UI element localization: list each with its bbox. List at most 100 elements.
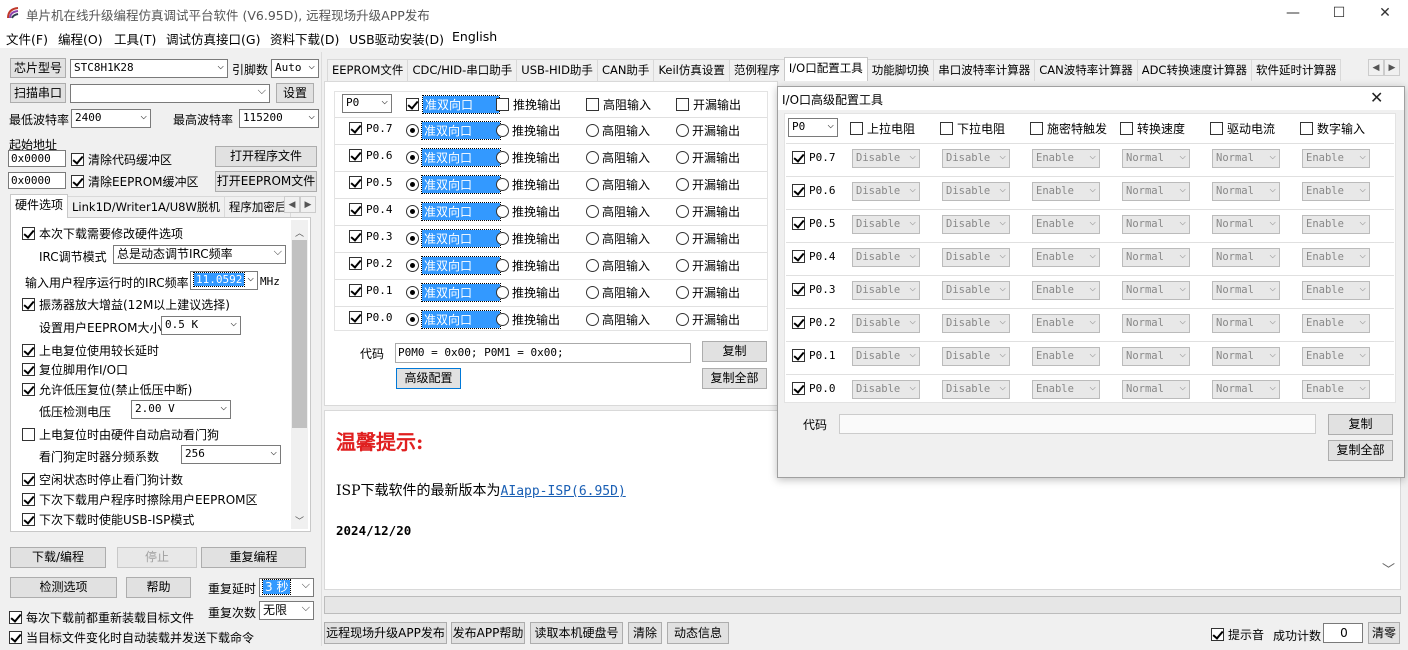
maximize-button[interactable]: ☐ bbox=[1316, 0, 1362, 26]
max-baud-select[interactable]: 115200 bbox=[239, 109, 319, 128]
adv-setting-select[interactable]: Disable bbox=[852, 149, 920, 168]
adv-header-checkbox[interactable]: 上拉电阻 bbox=[850, 120, 915, 137]
code-address-input[interactable]: 0x0000 bbox=[8, 150, 66, 167]
io-mode-radio[interactable]: 高阻输入 bbox=[586, 230, 650, 247]
help-button[interactable]: 帮助 bbox=[126, 577, 191, 598]
adv-setting-select[interactable]: Disable bbox=[942, 281, 1010, 300]
repeat-count-select[interactable]: 无限 bbox=[259, 601, 314, 620]
min-baud-select[interactable]: 2400 bbox=[71, 109, 151, 128]
adv-setting-select[interactable]: Disable bbox=[942, 380, 1010, 399]
adv-setting-select[interactable]: Normal bbox=[1212, 215, 1280, 234]
menu-program[interactable]: 编程(O) bbox=[58, 29, 103, 48]
io-mode-radio[interactable]: 开漏输出 bbox=[676, 149, 740, 166]
reload-checkbox[interactable]: 每次下载前都重新装载目标文件 bbox=[9, 609, 194, 626]
osc-gain-checkbox[interactable]: 振荡器放大增益(12M以上建议选择) bbox=[22, 296, 230, 313]
tab-scroll-right-icon[interactable]: ▶ bbox=[300, 196, 316, 213]
erase-eeprom-checkbox[interactable]: 下次下载用户程序时擦除用户EEPROM区 bbox=[22, 491, 258, 508]
port-select[interactable] bbox=[70, 84, 270, 103]
io-mode-radio[interactable]: 推挽输出 bbox=[496, 203, 560, 220]
adv-code-field[interactable] bbox=[839, 414, 1316, 434]
irc-freq-select[interactable]: 11.0592 bbox=[190, 271, 258, 290]
io-pin-checkbox[interactable]: P0.5 bbox=[349, 176, 393, 189]
adv-setting-select[interactable]: Normal bbox=[1122, 380, 1190, 399]
io-mode-radio[interactable]: 高阻输入 bbox=[586, 149, 650, 166]
hw-scrollbar[interactable]: ︿ ﹀ bbox=[291, 220, 308, 529]
clear-button[interactable]: 清除 bbox=[628, 622, 662, 644]
io-mode-radio[interactable]: 推挽输出 bbox=[496, 311, 560, 328]
adv-setting-select[interactable]: Enable bbox=[1032, 182, 1100, 201]
idle-stop-wdt-checkbox[interactable]: 空闲状态时停止看门狗计数 bbox=[22, 471, 183, 488]
repeat-delay-select[interactable]: 3 秒 bbox=[259, 578, 314, 597]
advanced-config-button[interactable]: 高级配置 bbox=[396, 368, 461, 389]
header-bidir-checkbox[interactable]: 准双向口 bbox=[406, 95, 500, 114]
adv-setting-select[interactable]: Enable bbox=[1032, 281, 1100, 300]
adv-setting-select[interactable]: Normal bbox=[1212, 314, 1280, 333]
adv-setting-select[interactable]: Normal bbox=[1122, 149, 1190, 168]
clear-eeprom-checkbox[interactable]: 清除EEPROM缓冲区 bbox=[71, 173, 199, 190]
header-pushpull-checkbox[interactable]: 推挽输出 bbox=[496, 96, 561, 113]
adv-setting-select[interactable]: Disable bbox=[942, 149, 1010, 168]
adv-setting-select[interactable]: Normal bbox=[1212, 248, 1280, 267]
tab-cdc-hid-serial[interactable]: CDC/HID-串口助手 bbox=[407, 59, 518, 81]
wdt-divider-select[interactable]: 256 bbox=[181, 445, 281, 464]
dialog-close-icon[interactable]: ✕ bbox=[1370, 88, 1383, 107]
adv-setting-select[interactable]: Disable bbox=[852, 215, 920, 234]
adv-pin-checkbox[interactable]: P0.7 bbox=[792, 151, 836, 164]
adv-setting-select[interactable]: Disable bbox=[942, 248, 1010, 267]
adv-setting-select[interactable]: Normal bbox=[1122, 248, 1190, 267]
stop-button[interactable]: 停止 bbox=[117, 547, 197, 568]
tab-io-config[interactable]: I/O口配置工具 bbox=[783, 57, 868, 81]
adv-setting-select[interactable]: Disable bbox=[852, 281, 920, 300]
adv-copy-all-button[interactable]: 复制全部 bbox=[1328, 440, 1393, 461]
tab-uart-baud[interactable]: 串口波特率计算器 bbox=[933, 59, 1036, 81]
io-mode-radio[interactable]: 推挽输出 bbox=[496, 149, 560, 166]
scan-port-button[interactable]: 扫描串口 bbox=[10, 83, 66, 103]
main-tab-scroll-right-icon[interactable]: ▶ bbox=[1384, 59, 1400, 76]
adv-header-checkbox[interactable]: 转换速度 bbox=[1120, 120, 1185, 137]
reset-count-button[interactable]: 清零 bbox=[1368, 622, 1400, 644]
menu-download[interactable]: 资料下载(D) bbox=[270, 29, 339, 48]
io-mode-radio[interactable]: 开漏输出 bbox=[676, 257, 740, 274]
lv-detect-select[interactable]: 2.00 V bbox=[131, 400, 231, 419]
tab-pin-switch[interactable]: 功能脚切换 bbox=[866, 59, 935, 81]
adv-setting-select[interactable]: Normal bbox=[1122, 281, 1190, 300]
usb-isp-checkbox[interactable]: 下次下载时使能USB-ISP模式 bbox=[22, 511, 194, 528]
io-mode-radio[interactable]: 开漏输出 bbox=[676, 203, 740, 220]
adv-setting-select[interactable]: Disable bbox=[942, 182, 1010, 201]
io-mode-radio[interactable]: 开漏输出 bbox=[676, 230, 740, 247]
io-mode-radio[interactable]: 准双向口 bbox=[406, 175, 501, 194]
io-mode-radio[interactable]: 高阻输入 bbox=[586, 284, 650, 301]
adv-setting-select[interactable]: Enable bbox=[1302, 248, 1370, 267]
minimize-button[interactable]: — bbox=[1270, 0, 1316, 26]
check-options-button[interactable]: 检测选项 bbox=[10, 577, 117, 598]
reprogram-button[interactable]: 重复编程 bbox=[201, 547, 306, 568]
adv-pin-checkbox[interactable]: P0.0 bbox=[792, 382, 836, 395]
adv-setting-select[interactable]: Disable bbox=[852, 380, 920, 399]
tab-eeprom-file[interactable]: EEPROM文件 bbox=[327, 59, 409, 81]
read-disk-id-button[interactable]: 读取本机硬盘号 bbox=[530, 622, 623, 644]
auto-send-checkbox[interactable]: 当目标文件变化时自动装载并发送下载命令 bbox=[9, 629, 254, 646]
io-mode-radio[interactable]: 准双向口 bbox=[406, 229, 501, 248]
io-pin-checkbox[interactable]: P0.6 bbox=[349, 149, 393, 162]
chip-model-button[interactable]: 芯片型号 bbox=[10, 58, 66, 78]
io-mode-radio[interactable]: 准双向口 bbox=[406, 121, 501, 140]
tab-keil-sim[interactable]: Keil仿真设置 bbox=[653, 59, 730, 81]
adv-setting-select[interactable]: Normal bbox=[1212, 182, 1280, 201]
adv-setting-select[interactable]: Disable bbox=[852, 182, 920, 201]
adv-pin-checkbox[interactable]: P0.5 bbox=[792, 217, 836, 230]
download-program-button[interactable]: 下载/编程 bbox=[10, 547, 106, 568]
header-opendrain-checkbox[interactable]: 开漏输出 bbox=[676, 96, 741, 113]
io-mode-radio[interactable]: 准双向口 bbox=[406, 310, 501, 329]
io-pin-checkbox[interactable]: P0.2 bbox=[349, 257, 393, 270]
beep-checkbox[interactable]: 提示音 bbox=[1211, 626, 1264, 643]
tab-can-helper[interactable]: CAN助手 bbox=[596, 59, 655, 81]
adv-port-select[interactable]: P0 bbox=[788, 118, 838, 137]
adv-setting-select[interactable]: Enable bbox=[1302, 347, 1370, 366]
io-mode-radio[interactable]: 准双向口 bbox=[406, 148, 501, 167]
dynamic-info-button[interactable]: 动态信息 bbox=[667, 622, 729, 644]
io-copy-all-button[interactable]: 复制全部 bbox=[702, 368, 767, 389]
menu-usb-driver[interactable]: USB驱动安装(D) bbox=[349, 29, 444, 48]
tab-link1d[interactable]: Link1D/Writer1A/U8W脱机 bbox=[67, 196, 225, 218]
adv-setting-select[interactable]: Enable bbox=[1302, 215, 1370, 234]
menu-english[interactable]: English bbox=[452, 29, 497, 44]
